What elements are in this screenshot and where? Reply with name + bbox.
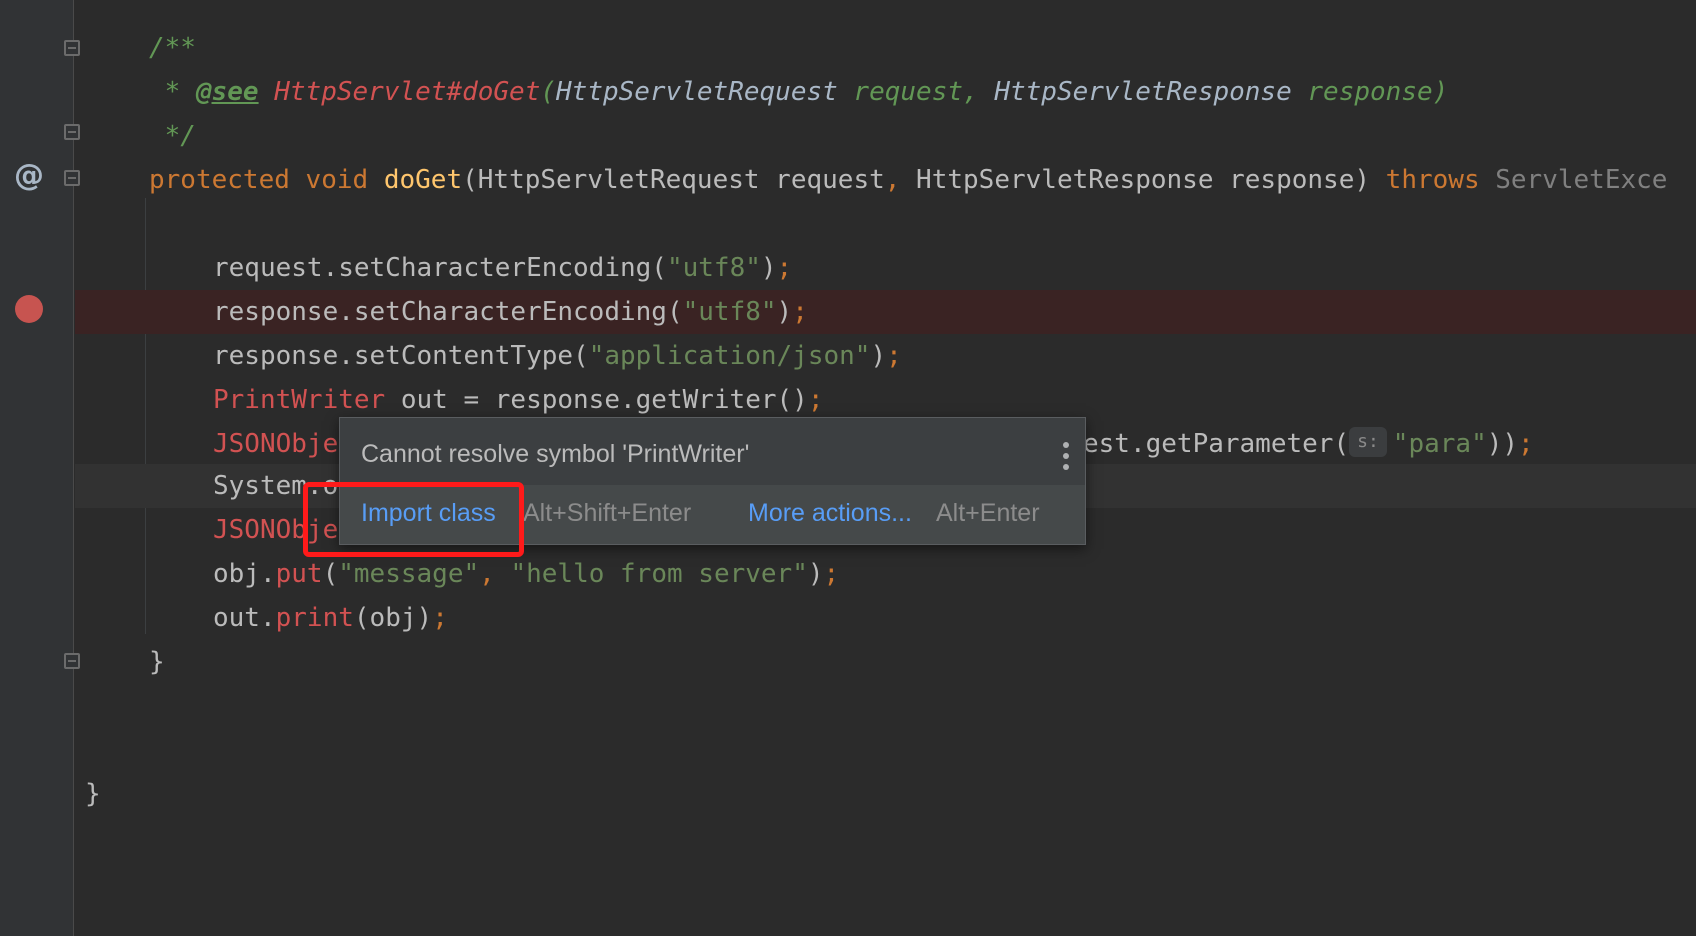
code-line[interactable]: response.setContentType("application/jso…	[0, 334, 1696, 378]
more-actions-link[interactable]: More actions...	[748, 499, 912, 528]
code-line[interactable]: protected void doGet(HttpServletRequest …	[0, 158, 1696, 202]
more-actions-shortcut: Alt+Enter	[936, 499, 1040, 527]
code-line-breakpoint[interactable]: response.setCharacterEncoding("utf8");	[75, 290, 1696, 334]
javadoc-ref[interactable]: HttpServlet#doGet	[274, 77, 540, 107]
method-name[interactable]: doGet	[384, 165, 462, 195]
breakpoint-icon[interactable]	[15, 295, 43, 323]
javadoc-see-tag[interactable]: @see	[196, 77, 259, 107]
code-line[interactable]: }	[0, 772, 1696, 816]
error-message: Cannot resolve symbol 'PrintWriter'	[361, 440, 750, 468]
code-line[interactable]: out.print(obj);	[0, 596, 1696, 640]
import-class-shortcut: Alt+Shift+Enter	[523, 499, 692, 527]
code-line[interactable]: */	[0, 114, 1696, 158]
code-line[interactable]: * @see HttpServlet#doGet(HttpServletRequ…	[0, 70, 1696, 114]
code-line[interactable]: }	[0, 640, 1696, 684]
unresolved-symbol[interactable]: PrintWriter	[213, 385, 385, 415]
param-hint: s:	[1349, 426, 1387, 457]
more-vertical-icon[interactable]	[1063, 442, 1069, 474]
code-line[interactable]: request.setCharacterEncoding("utf8");	[0, 246, 1696, 290]
code-line[interactable]: PrintWriter out = response.getWriter();	[0, 378, 1696, 422]
annotation-highlight-box	[303, 482, 524, 557]
code-line[interactable]: /**	[0, 26, 1696, 70]
javadoc-open: /**	[149, 33, 196, 63]
code-line[interactable]: obj.put("message", "hello from server");	[0, 552, 1696, 596]
